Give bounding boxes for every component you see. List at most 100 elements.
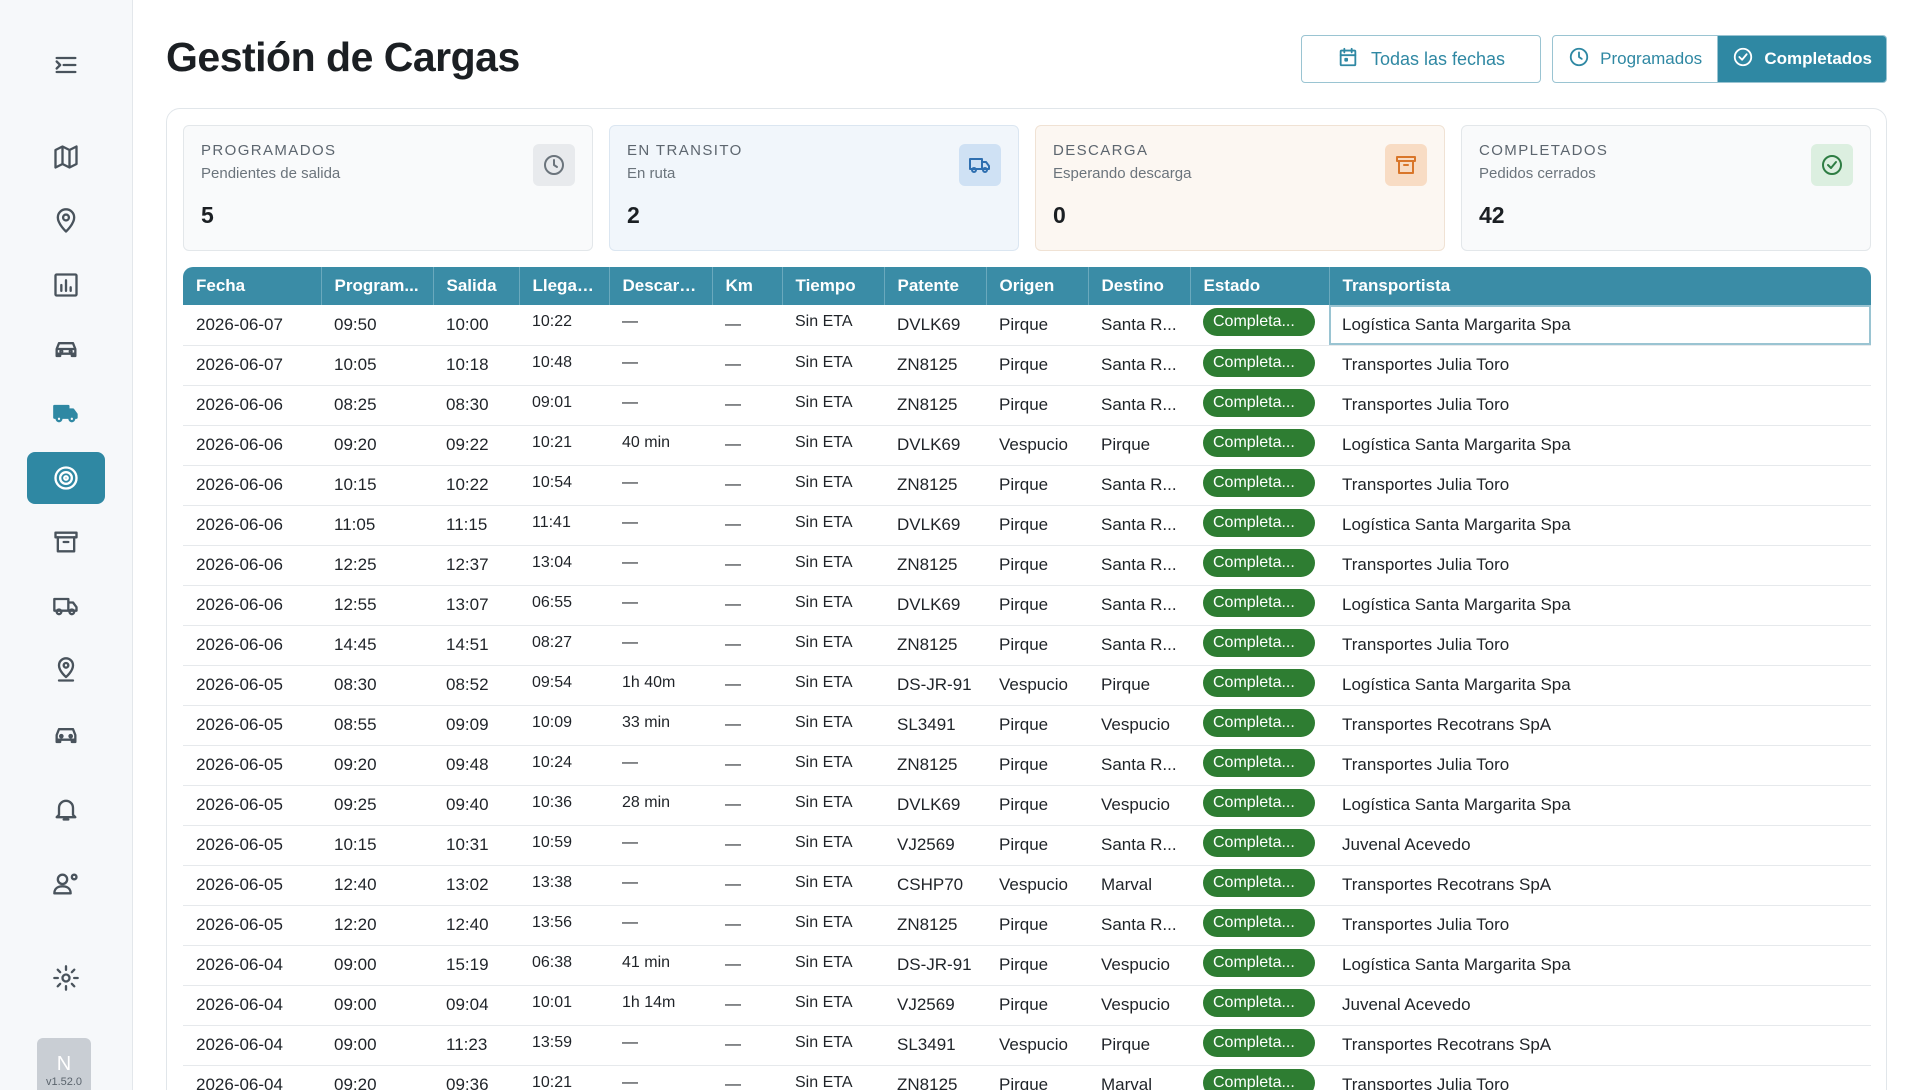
cell-tiempo: Sin ETA bbox=[782, 905, 884, 946]
cell-fecha: 2026-06-06 bbox=[183, 625, 321, 666]
table-row[interactable]: 2026-06-07 09:50 10:00 10:22— — Sin ETA DVLK69… bbox=[183, 305, 1871, 346]
table-row[interactable]: 2026-06-05 09:25 09:40 10:36 28 min — Sin ETA D… bbox=[183, 785, 1871, 826]
all-dates-button[interactable]: Todas las fechas bbox=[1301, 35, 1541, 83]
cell-tiempo: Sin ETA bbox=[782, 1025, 884, 1066]
table-row[interactable]: 2026-06-06 09:20 09:22 10:21 40 min — Sin ETA D… bbox=[183, 425, 1871, 466]
header-col-descarga[interactable]: Descarga bbox=[609, 267, 713, 305]
cell-estado: Completa... bbox=[1190, 945, 1329, 986]
table-row[interactable]: 2026-06-06 12:25 12:37 13:04— — Sin ETA ZN8125… bbox=[183, 545, 1871, 586]
table-row[interactable]: 2026-06-06 12:55 13:07 06:55— — Sin ETA DVLK69… bbox=[183, 585, 1871, 626]
cell-tiempo: Sin ETA bbox=[782, 505, 884, 546]
cell-transportista: Transportes Julia Toro bbox=[1329, 345, 1871, 386]
cell-programado: 10:15 bbox=[321, 825, 433, 866]
table-row[interactable]: 2026-06-06 14:45 14:51 08:27— — Sin ETA ZN8125… bbox=[183, 625, 1871, 666]
header-col-destino[interactable]: Destino bbox=[1088, 267, 1191, 305]
cell-tiempo: Sin ETA bbox=[782, 305, 884, 346]
table-row[interactable]: 2026-06-05 12:40 13:02 13:38— — Sin ETA CSHP70… bbox=[183, 865, 1871, 906]
bell-icon[interactable] bbox=[27, 783, 105, 835]
sidebar: N v1.52.0 bbox=[0, 0, 133, 1090]
table-row[interactable]: 2026-06-05 08:30 08:52 09:54 1h 40m — Sin ETA D… bbox=[183, 665, 1871, 706]
cell-llegada: 10:21 bbox=[519, 425, 609, 466]
location-pin-icon[interactable] bbox=[27, 195, 105, 247]
cell-fecha: 2026-06-04 bbox=[183, 1025, 321, 1066]
table-row[interactable]: 2026-06-07 10:05 10:18 10:48— — Sin ETA ZN8125… bbox=[183, 345, 1871, 386]
header-col-fecha[interactable]: Fecha bbox=[183, 267, 322, 305]
cell-patente: VJ2569 bbox=[884, 825, 986, 866]
toggle-completados[interactable]: Completados bbox=[1718, 36, 1886, 82]
chart-icon[interactable] bbox=[27, 259, 105, 311]
cell-programado: 08:25 bbox=[321, 385, 433, 426]
cell-salida: 09:40 bbox=[433, 785, 519, 826]
cell-transportista: Transportes Recotrans SpA bbox=[1329, 865, 1871, 906]
cell-km: — bbox=[712, 505, 782, 546]
car-outline-icon[interactable] bbox=[27, 709, 105, 761]
cell-km: — bbox=[712, 545, 782, 586]
cell-origen: Pirque bbox=[986, 905, 1088, 946]
header-col-transportista[interactable]: Transportista bbox=[1329, 267, 1871, 305]
cell-tiempo: Sin ETA bbox=[782, 705, 884, 746]
truck-icon[interactable] bbox=[27, 387, 105, 439]
toggle-programados[interactable]: Programados bbox=[1553, 36, 1719, 82]
cell-origen: Pirque bbox=[986, 1065, 1088, 1090]
header-col-salida[interactable]: Salida bbox=[433, 267, 520, 305]
cell-salida: 08:30 bbox=[433, 385, 519, 426]
header-col-programado[interactable]: Program... bbox=[321, 267, 434, 305]
status-toggle: Programados Completados bbox=[1552, 35, 1887, 83]
cell-llegada: 09:54 bbox=[519, 665, 609, 706]
menu-collapse-icon[interactable] bbox=[27, 39, 105, 91]
header-col-patente[interactable]: Patente bbox=[884, 267, 987, 305]
cell-descarga: 33 min bbox=[609, 705, 712, 746]
table-row[interactable]: 2026-06-05 09:20 09:48 10:24— — Sin ETA ZN8125… bbox=[183, 745, 1871, 786]
cell-km: — bbox=[712, 665, 782, 706]
cell-km: — bbox=[712, 345, 782, 386]
truck-outline-icon[interactable] bbox=[27, 580, 105, 632]
cell-destino: Pirque bbox=[1088, 665, 1190, 706]
table-row[interactable]: 2026-06-06 10:15 10:22 10:54— — Sin ETA ZN8125… bbox=[183, 465, 1871, 506]
cell-programado: 09:20 bbox=[321, 1065, 433, 1090]
table-row[interactable]: 2026-06-04 09:20 09:36 10:21— — Sin ETA ZN8125… bbox=[183, 1065, 1871, 1090]
cell-transportista: Logística Santa Margarita Spa bbox=[1329, 665, 1871, 706]
header-col-origen[interactable]: Origen bbox=[986, 267, 1089, 305]
cell-transportista: Transportes Julia Toro bbox=[1329, 1065, 1871, 1090]
cell-origen: Pirque bbox=[986, 305, 1088, 346]
table-row[interactable]: 2026-06-05 12:20 12:40 13:56— — Sin ETA ZN8125… bbox=[183, 905, 1871, 946]
status-badge: Completa... bbox=[1203, 828, 1315, 857]
cell-km: — bbox=[712, 985, 782, 1026]
location-pin-outline-icon[interactable] bbox=[27, 644, 105, 696]
cell-km: — bbox=[712, 585, 782, 626]
table-row[interactable]: 2026-06-06 11:05 11:15 11:41— — Sin ETA DVLK69… bbox=[183, 505, 1871, 546]
avatar-initial: N bbox=[56, 1053, 72, 1075]
table-row[interactable]: 2026-06-05 10:15 10:31 10:59— — Sin ETA VJ2569… bbox=[183, 825, 1871, 866]
cell-km: — bbox=[712, 425, 782, 466]
cell-patente: VJ2569 bbox=[884, 985, 986, 1026]
status-badge: Completa... bbox=[1203, 428, 1315, 457]
status-badge: Completa... bbox=[1203, 708, 1315, 737]
cell-estado: Completa... bbox=[1190, 505, 1329, 546]
cargas-table-container[interactable]: Fecha Program... Salida Llegada Descarga Km Ti… bbox=[183, 267, 1871, 1090]
toggle-completados-label: Completados bbox=[1764, 49, 1872, 68]
gear-icon[interactable] bbox=[27, 952, 105, 1004]
header-col-km[interactable]: Km bbox=[712, 267, 783, 305]
user-settings-icon[interactable] bbox=[27, 858, 105, 910]
table-row[interactable]: 2026-06-04 09:00 09:04 10:01 1h 14m — Sin ETA V… bbox=[183, 985, 1871, 1026]
archive-icon[interactable] bbox=[27, 516, 105, 568]
table-row[interactable]: 2026-06-05 08:55 09:09 10:09 33 min — Sin ETA S… bbox=[183, 705, 1871, 746]
cell-salida: 10:00 bbox=[433, 305, 519, 346]
header-col-estado[interactable]: Estado bbox=[1190, 267, 1330, 305]
cell-fecha: 2026-06-04 bbox=[183, 985, 321, 1026]
cell-patente: ZN8125 bbox=[884, 345, 986, 386]
cell-km: — bbox=[712, 865, 782, 906]
table-row[interactable]: 2026-06-06 08:25 08:30 09:01— — Sin ETA ZN8125… bbox=[183, 385, 1871, 426]
avatar[interactable]: N v1.52.0 bbox=[37, 1038, 91, 1090]
table-row[interactable]: 2026-06-04 09:00 15:19 06:38 41 min — Sin ETA D… bbox=[183, 945, 1871, 986]
map-icon[interactable] bbox=[27, 131, 105, 183]
target-icon[interactable] bbox=[27, 452, 105, 504]
card-title: COMPLETADOS bbox=[1479, 142, 1609, 159]
table-row[interactable]: 2026-06-04 09:00 11:23 13:59— — Sin ETA SL3491… bbox=[183, 1025, 1871, 1066]
header-col-tiempo[interactable]: Tiempo bbox=[782, 267, 885, 305]
header-col-llegada[interactable]: Llegada bbox=[519, 267, 610, 305]
cell-fecha: 2026-06-05 bbox=[183, 705, 321, 746]
cell-origen: Vespucio bbox=[986, 425, 1088, 466]
cell-descarga: — bbox=[609, 465, 712, 506]
car-icon[interactable] bbox=[27, 323, 105, 375]
